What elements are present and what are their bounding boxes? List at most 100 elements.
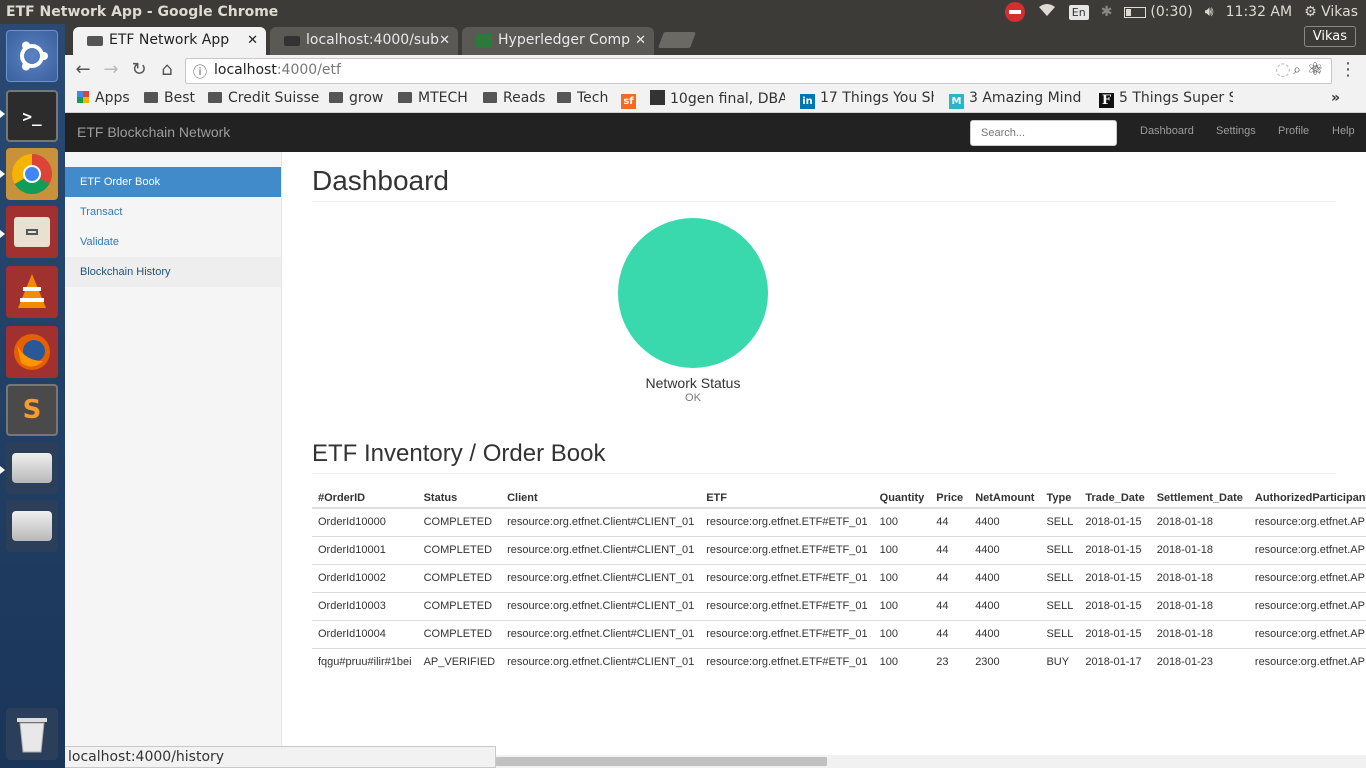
table-cell: 2018-01-18 — [1150, 507, 1249, 536]
volume-icon[interactable]: 🔊︎ — [1205, 4, 1214, 20]
sidebar-item-transact[interactable]: Transact — [65, 197, 281, 227]
table-cell: 44 — [930, 563, 970, 592]
chrome-icon[interactable] — [6, 148, 58, 200]
table-cell: resource:org.etfnet.AP — [1248, 507, 1366, 536]
terminal-icon[interactable]: >_ — [6, 90, 58, 142]
running-indicator — [0, 170, 5, 178]
bookmark-folder-reads[interactable]: Reads — [483, 90, 545, 106]
wifi-icon[interactable] — [1037, 3, 1057, 21]
bookmark-folder-best[interactable]: Best — [144, 90, 195, 106]
bookmark-label: 17 Things You Sh — [820, 90, 934, 106]
bookmarks-bar: Apps Best Credit Suisse grow MTECH Reads… — [65, 87, 1366, 113]
trash-icon[interactable] — [6, 708, 58, 760]
ubuntu-dash-icon[interactable] — [6, 30, 58, 82]
nav-settings[interactable]: Settings — [1216, 125, 1256, 137]
tab-localhost-sub[interactable]: localhost:4000/sub ✕ — [270, 27, 458, 55]
sidebar-item-blockchain-history[interactable]: Blockchain History — [65, 257, 281, 287]
sublime-text-icon[interactable]: S — [6, 384, 58, 436]
address-bar[interactable]: ⓘ localhost:4000/etf ⌕ ☆ — [185, 58, 1332, 84]
app-brand[interactable]: ETF Blockchain Network — [77, 124, 230, 140]
home-icon[interactable]: ⌂ — [155, 59, 179, 80]
table-row: OrderId10001 COMPLETED resource:org.etfnet… — [312, 535, 1366, 564]
nav-help[interactable]: Help — [1332, 125, 1355, 137]
no-entry-icon[interactable] — [1004, 2, 1025, 22]
bookmark-label: grow — [349, 90, 384, 106]
network-status-indicator — [618, 218, 768, 368]
tab-strip: ETF Network App ✕ localhost:4000/sub ✕ H… — [65, 24, 1366, 55]
nav-dashboard[interactable]: Dashboard — [1140, 125, 1194, 137]
table-cell: 100 — [873, 563, 931, 592]
table-cell: OrderId10004 — [312, 619, 418, 648]
tab-etf-network-app[interactable]: ETF Network App ✕ — [73, 27, 266, 55]
close-tab-icon[interactable]: ✕ — [439, 33, 450, 48]
search-input[interactable] — [970, 120, 1117, 146]
react-devtools-icon[interactable]: ⚛ — [1303, 59, 1327, 80]
tab-title: localhost:4000/sub — [306, 32, 439, 48]
bookmark-folder-tech[interactable]: Tech — [557, 90, 608, 106]
table-cell: 100 — [873, 535, 931, 564]
battery-indicator[interactable]: (0:30) — [1124, 4, 1193, 20]
nav-profile[interactable]: Profile — [1278, 125, 1309, 137]
bookmark-folder-grow[interactable]: grow — [329, 90, 383, 106]
column-header: Quantity — [873, 482, 931, 509]
table-cell: 2018-01-17 — [1079, 647, 1151, 676]
extension-icon[interactable]: ◌ — [1271, 59, 1295, 80]
bookmark-label: Tech — [577, 90, 609, 106]
symfony-icon: sf — [621, 94, 636, 109]
column-header: Trade_Date — [1079, 482, 1151, 509]
vlc-icon[interactable] — [6, 266, 58, 318]
table-cell: 2018-01-23 — [1150, 647, 1249, 676]
bookmark-folder-mtech[interactable]: MTECH — [398, 90, 468, 106]
table-cell: resource:org.etfnet.Client#CLIENT_01 — [501, 507, 701, 536]
table-cell: resource:org.etfnet.AP — [1248, 619, 1366, 648]
table-cell: resource:org.etfnet.ETF#ETF_01 — [700, 591, 874, 620]
table-cell: 2018-01-18 — [1150, 591, 1249, 620]
profile-button[interactable]: Vikas — [1303, 26, 1356, 47]
folder-icon — [557, 92, 571, 103]
column-header: Client — [501, 482, 701, 509]
bookmark-page-symfony[interactable]: sf — [621, 90, 641, 109]
bookmark-label: MTECH — [418, 90, 468, 106]
table-cell: fqgu#pruu#ilir#1bei — [312, 647, 418, 676]
files-icon[interactable] — [6, 206, 58, 258]
bookmark-page-10gen[interactable]: 10gen final, DBA — [650, 90, 785, 107]
back-arrow-icon[interactable]: ← — [71, 59, 95, 80]
keyboard-layout-indicator[interactable]: En — [1068, 4, 1089, 20]
gear-icon: ⚙ — [1304, 4, 1317, 20]
bookmark-folder-credit-suisse[interactable]: Credit Suisse — [208, 90, 319, 106]
drive-icon[interactable] — [6, 500, 58, 552]
info-icon[interactable]: ⓘ — [193, 62, 207, 82]
reload-icon[interactable]: ↻ — [127, 59, 151, 80]
user-menu[interactable]: ⚙ Vikas — [1304, 4, 1358, 20]
drive-icon[interactable] — [6, 442, 58, 494]
more-bookmarks-chevron-icon[interactable]: » — [1331, 90, 1340, 106]
column-header: #OrderID — [312, 482, 418, 509]
battery-time: (0:30) — [1150, 4, 1193, 20]
new-tab-button[interactable] — [658, 32, 696, 48]
table-cell: COMPLETED — [417, 619, 502, 648]
table-cell: 100 — [873, 507, 931, 536]
bookmark-apps[interactable]: Apps — [77, 90, 130, 106]
sidebar-item-etf-order-book[interactable]: ETF Order Book — [65, 167, 281, 197]
bluetooth-icon[interactable]: ✱ — [1101, 4, 1113, 20]
url-path: :4000/etf — [276, 62, 341, 78]
forward-arrow-icon[interactable]: → — [99, 59, 123, 80]
scrollbar-thumb[interactable] — [496, 757, 827, 766]
column-header: ETF — [700, 482, 874, 509]
table-cell: 44 — [930, 535, 970, 564]
bookmark-page-3-amazing[interactable]: M 3 Amazing Mind — [949, 90, 1083, 109]
clock[interactable]: 11:32 AM — [1226, 4, 1292, 20]
bookmark-label: Credit Suisse — [228, 90, 320, 106]
close-tab-icon[interactable]: ✕ — [247, 33, 258, 48]
horizontal-scrollbar[interactable] — [496, 755, 1366, 768]
close-tab-icon[interactable]: ✕ — [635, 33, 646, 48]
tab-hyperledger-composer[interactable]: Hyperledger Comp ✕ — [462, 27, 654, 55]
folder-icon — [398, 92, 412, 103]
table-cell: 4400 — [969, 563, 1041, 592]
table-cell: COMPLETED — [417, 535, 502, 564]
sidebar-item-validate[interactable]: Validate — [65, 227, 281, 257]
menu-kebab-icon[interactable]: ⋮ — [1336, 59, 1360, 80]
bookmark-page-17-things[interactable]: in 17 Things You Sh — [800, 90, 934, 109]
firefox-icon[interactable] — [6, 326, 58, 378]
bookmark-page-5-things[interactable]: F 5 Things Super Su — [1099, 90, 1233, 108]
